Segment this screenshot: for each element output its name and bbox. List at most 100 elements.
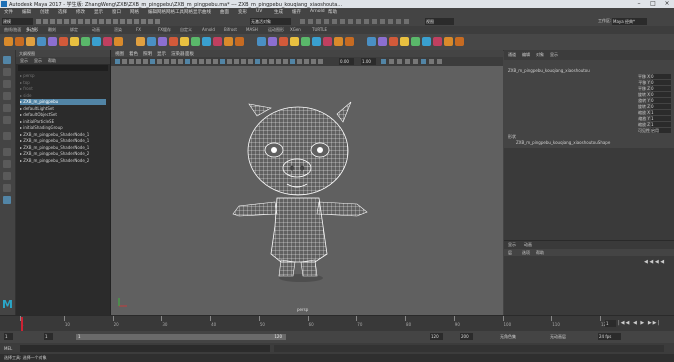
menu-item[interactable]: 修改	[76, 9, 85, 15]
shelf-tool-icon[interactable]	[257, 37, 266, 46]
shelf-tool-icon[interactable]	[411, 37, 420, 46]
start-frame-field[interactable]: 1	[4, 333, 13, 340]
status-tool-icon[interactable]	[148, 19, 153, 24]
shelf-tool-icon[interactable]	[378, 37, 387, 46]
viewport-tool-icon[interactable]	[115, 59, 120, 64]
status-tool-icon[interactable]	[43, 19, 48, 24]
status-tool-icon[interactable]	[57, 19, 62, 24]
menu-item[interactable]: 创建	[40, 9, 49, 15]
menu-item[interactable]: 显示	[94, 9, 103, 15]
menu-item[interactable]: 文件	[4, 9, 13, 15]
shelf-tool-icon[interactable]	[279, 37, 288, 46]
menu-item[interactable]: 编辑	[22, 9, 31, 15]
viewport-tool-icon[interactable]	[143, 59, 148, 64]
status-tool-icon[interactable]	[127, 19, 132, 24]
shelf-tool-icon[interactable]	[92, 37, 101, 46]
end-frame-field[interactable]: 200	[460, 333, 473, 340]
render-tool-icon[interactable]	[356, 19, 361, 24]
viewport-tool-icon[interactable]	[157, 59, 162, 64]
status-tool-icon[interactable]	[71, 19, 76, 24]
shelf-tool-icon[interactable]	[59, 37, 68, 46]
status-tool-icon[interactable]	[64, 19, 69, 24]
lasso-tool-icon[interactable]	[3, 68, 11, 76]
shelf-tab[interactable]: 渲染	[114, 27, 122, 33]
viewport-tool-icon[interactable]	[241, 59, 246, 64]
outliner-item[interactable]: ▸ ZXB_m_pingpebu	[20, 99, 106, 105]
viewport-tool-icon[interactable]	[185, 59, 190, 64]
layer-arrows-icon[interactable]: ◀ ◀ ◀ ◀	[644, 259, 664, 265]
select-tool-icon[interactable]	[3, 56, 11, 64]
status-tool-icon[interactable]	[134, 19, 139, 24]
outliner-item[interactable]: ▸ ZXB_m_pingpebu_ShaderNode_1	[20, 138, 89, 144]
shelf-tool-icon[interactable]	[224, 37, 233, 46]
layer-menu-item[interactable]: 帮助	[536, 250, 544, 256]
channel-attr-value[interactable]: 0	[651, 86, 671, 91]
shelf-tool-icon[interactable]	[345, 37, 354, 46]
shelf-tool-icon[interactable]	[235, 37, 244, 46]
current-frame-field[interactable]: 1	[605, 320, 616, 327]
shelf-tool-icon[interactable]	[433, 37, 442, 46]
shelf-tab[interactable]: FX缓存	[158, 27, 171, 33]
menu-item[interactable]: 网格工具	[166, 9, 184, 15]
playback-controls-icon[interactable]: |◀◀ ◀ ▶ ▶▶|	[618, 320, 660, 326]
shelf-tool-icon[interactable]	[103, 37, 112, 46]
shelf-tool-icon[interactable]	[301, 37, 310, 46]
menu-item[interactable]: 帮助	[328, 9, 337, 15]
viewport-tool-icon[interactable]	[283, 59, 288, 64]
shelf-tool-icon[interactable]	[70, 37, 79, 46]
shelf-tab[interactable]: Arnold	[202, 27, 215, 32]
viewport-tool-icon[interactable]	[192, 59, 197, 64]
command-input[interactable]	[20, 345, 270, 352]
status-tool-icon[interactable]	[85, 19, 90, 24]
workspace-dropdown[interactable]: Maya 经典*	[612, 18, 647, 25]
outliner-search[interactable]	[18, 65, 108, 71]
channel-attr-value[interactable]: 0	[651, 104, 671, 109]
viewport-tool-icon[interactable]	[129, 59, 134, 64]
charset-dropdown[interactable]: 无角色集	[500, 334, 516, 340]
channel-attr-value[interactable]: 0	[651, 80, 671, 85]
channel-attr-value[interactable]: 0	[651, 92, 671, 97]
selection-input[interactable]: 无激活对象	[250, 18, 291, 25]
channel-menu-item[interactable]: 显示	[550, 52, 558, 58]
layout-custom-icon[interactable]	[3, 196, 11, 204]
viewport-tool-icon[interactable]	[213, 59, 218, 64]
menu-item[interactable]: 网格	[130, 9, 139, 15]
scale-tool-icon[interactable]	[3, 116, 11, 124]
render-tool-icon[interactable]	[348, 19, 353, 24]
channel-attr-value[interactable]: 启用	[651, 128, 671, 133]
paint-select-icon[interactable]	[3, 80, 11, 88]
outliner-item[interactable]: ▸ front	[20, 86, 33, 92]
status-tool-icon[interactable]	[50, 19, 55, 24]
mode-selector[interactable]: 建模	[2, 18, 33, 25]
layout-two-icon[interactable]	[3, 172, 11, 180]
viewport-tool-icon[interactable]	[405, 59, 410, 64]
outliner-menu-item[interactable]: 帮助	[48, 58, 56, 64]
shelf-tool-icon[interactable]	[290, 37, 299, 46]
channel-attr-value[interactable]: 0	[651, 74, 671, 79]
shelf-tool-icon[interactable]	[444, 37, 453, 46]
render-tool-icon[interactable]	[380, 19, 385, 24]
channel-menu-item[interactable]: 编辑	[522, 52, 530, 58]
shelf-tool-icon[interactable]	[312, 37, 321, 46]
shelf-tool-icon[interactable]	[136, 37, 145, 46]
shelf-tool-icon[interactable]	[455, 37, 464, 46]
viewport-tool-icon[interactable]	[421, 59, 426, 64]
shelf-tool-icon[interactable]	[389, 37, 398, 46]
shelf-tool-icon[interactable]	[191, 37, 200, 46]
viewport-tool-icon[interactable]	[227, 59, 232, 64]
viewport-tool-icon[interactable]	[413, 59, 418, 64]
shelf-tab[interactable]: Bifrost	[224, 27, 237, 32]
layout-outliner-icon[interactable]	[3, 184, 11, 192]
viewport-tool-icon[interactable]	[429, 59, 434, 64]
shelf-tab[interactable]: 动画	[92, 27, 100, 33]
shelf-tab[interactable]: XGen	[290, 27, 301, 32]
viewport-tool-icon[interactable]	[290, 59, 295, 64]
minimize-button[interactable]: –	[632, 0, 646, 8]
render-tool-icon[interactable]	[388, 19, 393, 24]
time-slider[interactable]: 1102030405060708090100110120 1 |◀◀ ◀ ▶ ▶…	[0, 315, 674, 332]
menu-item[interactable]: 变形	[238, 9, 247, 15]
shelf-tab[interactable]: 绑定	[70, 27, 78, 33]
outliner-item[interactable]: ▸ persp	[20, 73, 35, 79]
channel-attr-value[interactable]: 1	[651, 110, 671, 115]
menu-item[interactable]: 生成	[274, 9, 283, 15]
